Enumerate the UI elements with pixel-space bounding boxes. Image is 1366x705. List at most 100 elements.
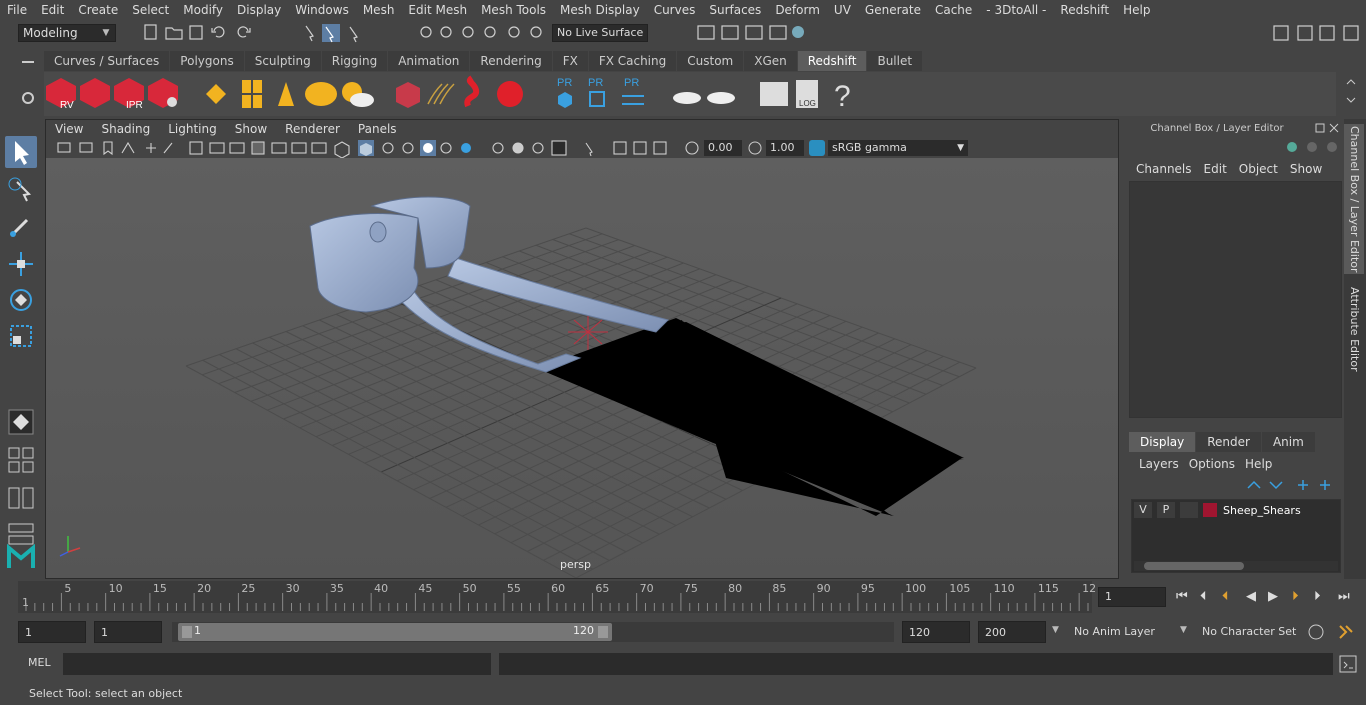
menu-edit[interactable]: Edit xyxy=(34,0,71,20)
chevron-down-icon[interactable]: ▼ xyxy=(1052,625,1059,635)
step-forward-key-icon[interactable]: ⏵ xyxy=(1292,589,1299,604)
rs-spot-light-icon[interactable] xyxy=(278,82,294,106)
tab-attribute-editor[interactable]: Attribute Editor xyxy=(1344,284,1364,374)
shelf-scroll-icon[interactable] xyxy=(1344,76,1358,112)
chevron-down-icon[interactable]: ▼ xyxy=(957,140,964,156)
shelf-tab-xgen[interactable]: XGen xyxy=(744,51,797,71)
play-backwards-icon[interactable]: ◀ xyxy=(1246,589,1256,604)
chevron-down-icon[interactable]: ▼ xyxy=(1180,625,1187,635)
menu-3dtoall[interactable]: - 3DtoAll - xyxy=(979,0,1053,20)
shelf-tab-polygons[interactable]: Polygons xyxy=(170,51,244,71)
channel-box-area[interactable] xyxy=(1129,181,1342,418)
layer-playback-toggle[interactable]: P xyxy=(1157,502,1175,518)
menu-surfaces[interactable]: Surfaces xyxy=(702,0,768,20)
character-set-dropdown[interactable]: No Character Set xyxy=(1196,621,1298,643)
anim-layer-dropdown[interactable]: No Anim Layer xyxy=(1068,621,1178,643)
chevron-down-icon[interactable]: ▼ xyxy=(99,25,113,41)
menu-edit-mesh[interactable]: Edit Mesh xyxy=(401,0,474,20)
shelf-tab-curves-surfaces[interactable]: Curves / Surfaces xyxy=(44,51,170,71)
menu-display[interactable]: Display xyxy=(230,0,288,20)
shelf-tab-custom[interactable]: Custom xyxy=(677,51,744,71)
rs-material-icon[interactable] xyxy=(497,81,523,107)
layer-menu-options[interactable]: Options xyxy=(1184,455,1240,473)
channel-menu-show[interactable]: Show xyxy=(1284,160,1328,178)
viewport-menu-view[interactable]: View xyxy=(46,120,92,138)
mode-selector[interactable]: Modeling ▼ xyxy=(18,24,116,42)
scale-tool-icon[interactable] xyxy=(5,320,37,352)
playback-start-field[interactable]: 1 xyxy=(94,621,162,643)
channel-menu-channels[interactable]: Channels xyxy=(1130,160,1198,178)
viewport-menu-shading[interactable]: Shading xyxy=(92,120,159,138)
rs-help-icon[interactable]: ? xyxy=(834,80,851,113)
step-back-key-icon[interactable]: ⏴ xyxy=(1222,589,1229,604)
menu-curves[interactable]: Curves xyxy=(647,0,703,20)
rs-pr-cube-icon[interactable]: PR xyxy=(557,77,572,108)
range-handle-left[interactable] xyxy=(182,626,192,638)
rs-render-settings-icon[interactable] xyxy=(148,78,178,108)
paint-select-tool-icon[interactable] xyxy=(5,210,37,242)
shelf-settings-icon[interactable] xyxy=(18,88,38,108)
menu-deform[interactable]: Deform xyxy=(768,0,827,20)
playback-end-field[interactable]: 120 xyxy=(902,621,970,643)
render-toolbar-icons[interactable] xyxy=(660,22,820,44)
layer-toolbar-icons[interactable] xyxy=(1242,476,1340,494)
menu-cache[interactable]: Cache xyxy=(928,0,979,20)
layer-tab-display[interactable]: Display xyxy=(1129,432,1196,452)
viewport-menu-lighting[interactable]: Lighting xyxy=(159,120,226,138)
rs-dome-light-icon[interactable] xyxy=(305,82,337,106)
viewport-3d-canvas[interactable] xyxy=(46,158,1118,578)
menu-uv[interactable]: UV xyxy=(827,0,858,20)
layer-scrollbar[interactable] xyxy=(1134,561,1338,571)
layer-tab-render[interactable]: Render xyxy=(1196,432,1261,452)
rs-log-icon[interactable]: LOG xyxy=(796,80,818,108)
layer-menu-layers[interactable]: Layers xyxy=(1134,455,1184,473)
shelf-tab-fx[interactable]: FX xyxy=(552,51,588,71)
shelf-tab-animation[interactable]: Animation xyxy=(388,51,470,71)
layer-display-type[interactable] xyxy=(1180,502,1198,518)
channel-menu-edit[interactable]: Edit xyxy=(1198,160,1233,178)
rs-ipr-icon[interactable]: IPR xyxy=(114,78,144,111)
go-to-start-icon[interactable]: ⏮ xyxy=(1176,589,1188,604)
rotate-tool-icon[interactable] xyxy=(5,284,37,316)
status-toolbar-icons[interactable] xyxy=(140,22,550,44)
channel-box-toolbar-icons[interactable] xyxy=(1282,138,1342,156)
gamma-field[interactable]: 1.00 xyxy=(766,140,804,156)
menu-help[interactable]: Help xyxy=(1116,0,1157,20)
menu-create[interactable]: Create xyxy=(71,0,125,20)
select-tool-icon[interactable] xyxy=(5,136,37,168)
layout-four-icon[interactable] xyxy=(5,444,37,476)
rs-batch-render-icon[interactable] xyxy=(80,78,110,108)
shelf-menu-icon[interactable] xyxy=(18,52,38,72)
menu-windows[interactable]: Windows xyxy=(288,0,356,20)
rs-sun-sky-icon[interactable] xyxy=(342,82,374,107)
layer-scrollbar-thumb[interactable] xyxy=(1144,562,1244,570)
command-input[interactable] xyxy=(63,653,491,675)
script-editor-icon[interactable] xyxy=(1338,654,1358,674)
rs-render-view-icon[interactable]: RV xyxy=(46,78,76,111)
tab-channel-box[interactable]: Channel Box / Layer Editor xyxy=(1344,124,1364,274)
layer-visibility-toggle[interactable]: V xyxy=(1134,502,1152,518)
rs-area-light-icon[interactable] xyxy=(242,80,262,108)
rs-hair-icon[interactable] xyxy=(427,83,455,105)
menu-mesh[interactable]: Mesh xyxy=(356,0,402,20)
soft-select-icon[interactable] xyxy=(5,406,37,438)
shelf-tab-sculpting[interactable]: Sculpting xyxy=(244,51,321,71)
workspace-icons[interactable] xyxy=(1270,22,1366,44)
command-language[interactable]: MEL xyxy=(28,656,51,669)
play-forwards-icon[interactable]: ▶ xyxy=(1268,589,1278,604)
rs-bake-icon[interactable] xyxy=(673,92,701,104)
layer-color-swatch[interactable] xyxy=(1203,503,1217,517)
shelf-tab-fx-caching[interactable]: FX Caching xyxy=(588,51,677,71)
range-handle-right[interactable] xyxy=(598,626,608,638)
menu-mesh-tools[interactable]: Mesh Tools xyxy=(474,0,553,20)
layer-row[interactable]: V P Sheep_Shears xyxy=(1134,501,1301,519)
layer-tab-anim[interactable]: Anim xyxy=(1261,432,1315,452)
move-tool-icon[interactable] xyxy=(5,248,37,280)
range-row-icons[interactable] xyxy=(1306,622,1362,642)
shelf-tab-rendering[interactable]: Rendering xyxy=(470,51,552,71)
shelf-tab-bullet[interactable]: Bullet xyxy=(867,51,923,71)
menu-redshift[interactable]: Redshift xyxy=(1053,0,1116,20)
current-frame-field[interactable]: 1 xyxy=(1098,587,1166,607)
rs-volume-icon[interactable] xyxy=(464,75,480,108)
animation-start-field[interactable]: 1 xyxy=(18,621,86,643)
